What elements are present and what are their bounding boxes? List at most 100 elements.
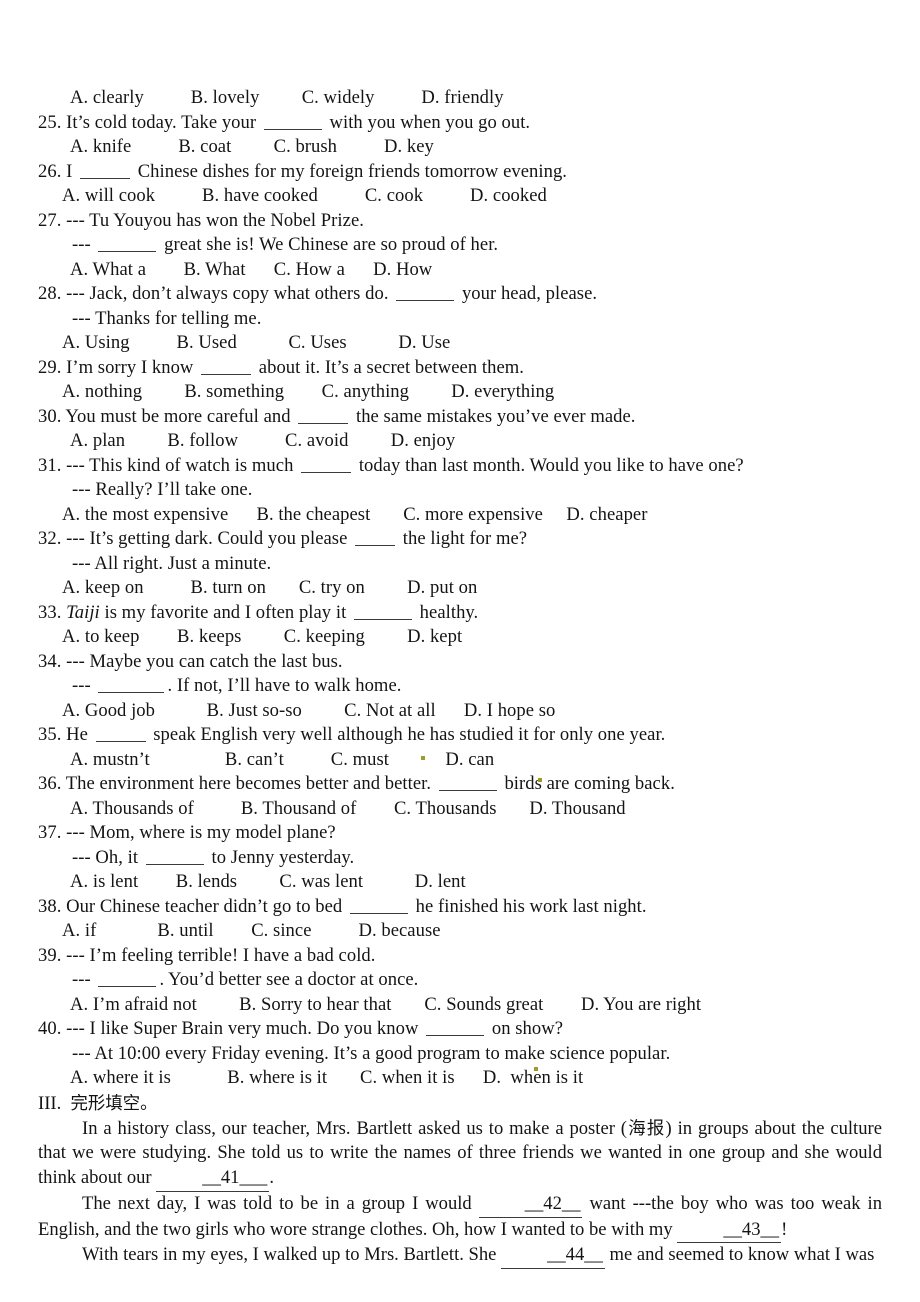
stem-text-pre: 35. He xyxy=(38,724,93,745)
section-title: 完形填空。 xyxy=(70,1093,158,1114)
cloze-blank-44: __44__ xyxy=(501,1243,605,1270)
stem-text-pre: 28. --- Jack, don’t always copy what oth… xyxy=(38,283,394,304)
passage-text: . xyxy=(269,1167,274,1189)
stem-text-pre: 30. You must be more careful and xyxy=(38,405,296,427)
option-row: A. if B. until C. since D. because xyxy=(38,919,882,944)
passage-text: ! xyxy=(781,1218,788,1240)
option-row: A. I’m afraid not B. Sorry to hear that … xyxy=(38,993,882,1018)
stem-text-pre: --- Oh, it xyxy=(72,846,143,868)
passage-paragraph-1: In a history class, our teacher, Mrs. Ba… xyxy=(38,1117,882,1192)
option-row-text: A. Using B. Used C. Uses D. Use xyxy=(62,332,451,353)
stem-text-pre: 36. The environment here becomes better … xyxy=(38,773,436,794)
question-stem: 36. The environment here becomes better … xyxy=(38,772,882,797)
stem-text-pre: --- xyxy=(72,969,96,990)
question-stem: 31. --- This kind of watch is much today… xyxy=(38,454,882,479)
option-row-text: A. keep on B. turn on C. try on D. put o… xyxy=(62,577,478,598)
question-list: A. clearly B. lovely C. widely D. friend… xyxy=(38,86,882,1270)
question-stem: 34. --- Maybe you can catch the last bus… xyxy=(38,650,882,675)
question-stem: 26. I Chinese dishes for my foreign frie… xyxy=(38,160,882,185)
stem-text-post: your head, please. xyxy=(457,283,598,304)
option-row: A. the most expensive B. the cheapest C.… xyxy=(38,503,882,528)
stem-text: 27. --- Tu Youyou has won the Nobel Priz… xyxy=(38,209,364,231)
question-stem: 37. --- Mom, where is my model plane? xyxy=(38,821,882,846)
option-row: A. where it is B. where is it C. when it… xyxy=(38,1066,882,1091)
option-row: A. nothing B. something C. anything D. e… xyxy=(38,380,882,405)
passage-text: With tears in my eyes, I walked up to Mr… xyxy=(82,1244,502,1266)
stem-text-post: . If not, I’ll have to walk home. xyxy=(167,675,402,696)
option-row: A. to keep B. keeps C. keeping D. kept xyxy=(38,625,882,650)
question-stem: 29. I’m sorry I know about it. It’s a se… xyxy=(38,356,882,381)
question-number: 33. xyxy=(38,601,67,623)
stem-text-pre: 32. --- It’s getting dark. Could you ple… xyxy=(38,528,353,549)
answer-blank xyxy=(349,900,408,914)
question-stem-reply: --- All right. Just a minute. xyxy=(38,552,882,577)
answer-blank xyxy=(98,973,157,987)
answer-blank xyxy=(396,287,455,301)
stem-text: --- Thanks for telling me. xyxy=(72,307,262,329)
stem-text-post: the same mistakes you’ve ever made. xyxy=(351,405,636,427)
option-row: A. keep on B. turn on C. try on D. put o… xyxy=(38,576,882,601)
option-row-text: A. to keep B. keeps C. keeping D. kept xyxy=(62,626,463,647)
scan-speck-icon xyxy=(538,778,542,782)
option-row-text: A. the most expensive B. the cheapest C.… xyxy=(62,503,648,525)
stem-text: --- All right. Just a minute. xyxy=(72,552,272,574)
answer-blank xyxy=(145,851,204,865)
question-stem: 25. It’s cold today. Take your with you … xyxy=(38,111,882,136)
stem-text-post: with you when you go out. xyxy=(324,111,531,133)
question-stem: 40. --- I like Super Brain very much. Do… xyxy=(38,1017,882,1042)
passage-text: In a history class, our teacher, Mrs. Ba… xyxy=(82,1117,627,1139)
stem-text-post: Chinese dishes for my foreign friends to… xyxy=(133,160,568,182)
question-stem: 35. He speak English very well although … xyxy=(38,723,882,748)
option-row: A. Good job B. Just so-so C. Not at all … xyxy=(38,699,882,724)
option-row-text: A. mustn’t B. can’t C. must D. can xyxy=(70,748,495,770)
stem-text-pre: 25. It’s cold today. Take your xyxy=(38,111,261,133)
question-stem: 28. --- Jack, don’t always copy what oth… xyxy=(38,282,882,307)
answer-blank xyxy=(98,679,165,693)
option-row-text: A. Good job B. Just so-so C. Not at all … xyxy=(62,699,556,721)
option-row-text: A. plan B. follow C. avoid D. enjoy xyxy=(70,430,456,451)
option-row-text: A. knife B. coat C. brush D. key xyxy=(70,136,434,157)
stem-text-post: on show? xyxy=(487,1018,564,1039)
passage-paragraph-3: With tears in my eyes, I walked up to Mr… xyxy=(38,1243,882,1270)
question-stem-reply: --- . You’d better see a doctor at once. xyxy=(38,968,882,993)
option-row: A. knife B. coat C. brush D. key xyxy=(38,135,882,160)
question-stem-reply: --- At 10:00 every Friday evening. It’s … xyxy=(38,1042,882,1067)
stem-text-post: to Jenny yesterday. xyxy=(206,846,355,868)
option-row: A. mustn’t B. can’t C. must D. can xyxy=(38,748,882,773)
stem-text-post: healthy. xyxy=(414,601,479,623)
answer-blank xyxy=(353,606,412,620)
question-stem-reply: --- . If not, I’ll have to walk home. xyxy=(38,674,882,699)
option-row-text: A. What a B. What C. How a D. How xyxy=(70,258,433,280)
cloze-blank-41: __41___ xyxy=(156,1166,270,1192)
stem-text-pre: 31. --- This kind of watch is much xyxy=(38,454,299,476)
italic-term: Taiji xyxy=(66,601,100,623)
passage-text: me and seemed to know what I was xyxy=(604,1244,875,1266)
scan-speck-icon xyxy=(534,1067,538,1071)
stem-text-pre: 38. Our Chinese teacher didn’t go to bed xyxy=(38,895,347,917)
stem-text-post: speak English very well although he has … xyxy=(148,724,666,745)
stem-text-pre: is my favorite and I often play it xyxy=(99,601,351,623)
question-stem: 27. --- Tu Youyou has won the Nobel Priz… xyxy=(38,209,882,234)
option-row: A. clearly B. lovely C. widely D. friend… xyxy=(38,86,882,111)
stem-text-post: great she is! We Chinese are so proud of… xyxy=(159,234,499,255)
section-heading: III. 完形填空。 xyxy=(38,1091,882,1117)
stem-text-post: birds are coming back. xyxy=(499,773,675,794)
option-row: A. is lent B. lends C. was lent D. lent xyxy=(38,870,882,895)
answer-blank xyxy=(355,532,396,546)
question-stem: 33. Taiji is my favorite and I often pla… xyxy=(38,601,882,626)
stem-text-post: today than last month. Would you like to… xyxy=(354,454,744,476)
question-stem: 38. Our Chinese teacher didn’t go to bed… xyxy=(38,895,882,920)
question-stem: 39. --- I’m feeling terrible! I have a b… xyxy=(38,944,882,969)
question-stem-reply: --- great she is! We Chinese are so prou… xyxy=(38,233,882,258)
passage-cjk-gloss: 海报 xyxy=(627,1118,666,1139)
stem-text-pre: --- xyxy=(72,675,96,696)
option-row: A. plan B. follow C. avoid D. enjoy xyxy=(38,429,882,454)
answer-blank xyxy=(201,361,252,375)
answer-blank xyxy=(301,459,352,473)
stem-text: 37. --- Mom, where is my model plane? xyxy=(38,822,336,843)
stem-text-post: the light for me? xyxy=(398,528,528,549)
stem-text-pre: 26. I xyxy=(38,160,78,182)
stem-text-pre: 40. --- I like Super Brain very much. Do… xyxy=(38,1018,424,1039)
stem-text: --- Really? I’ll take one. xyxy=(72,479,253,500)
answer-blank xyxy=(426,1022,485,1036)
